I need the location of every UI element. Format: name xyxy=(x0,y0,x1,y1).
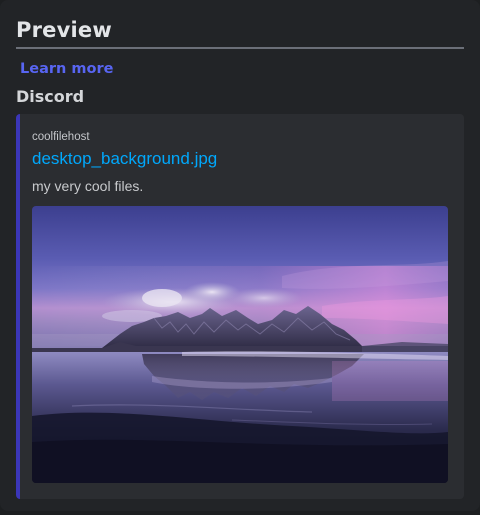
discord-embed: coolfilehost desktop_background.jpg my v… xyxy=(16,114,464,499)
embed-provider: coolfilehost xyxy=(32,131,90,143)
embed-description: my very cool files. xyxy=(32,178,144,194)
embed-title-link[interactable]: desktop_background.jpg xyxy=(32,149,217,169)
embed-image[interactable] xyxy=(32,206,448,483)
learn-more-link[interactable]: Learn more xyxy=(20,61,113,77)
mountain-landscape-image xyxy=(32,206,448,483)
preview-panel: Preview Learn more Discord coolfilehost … xyxy=(0,0,480,511)
page-title: Preview xyxy=(16,18,112,42)
section-label-discord: Discord xyxy=(16,87,85,106)
title-divider xyxy=(16,47,464,49)
